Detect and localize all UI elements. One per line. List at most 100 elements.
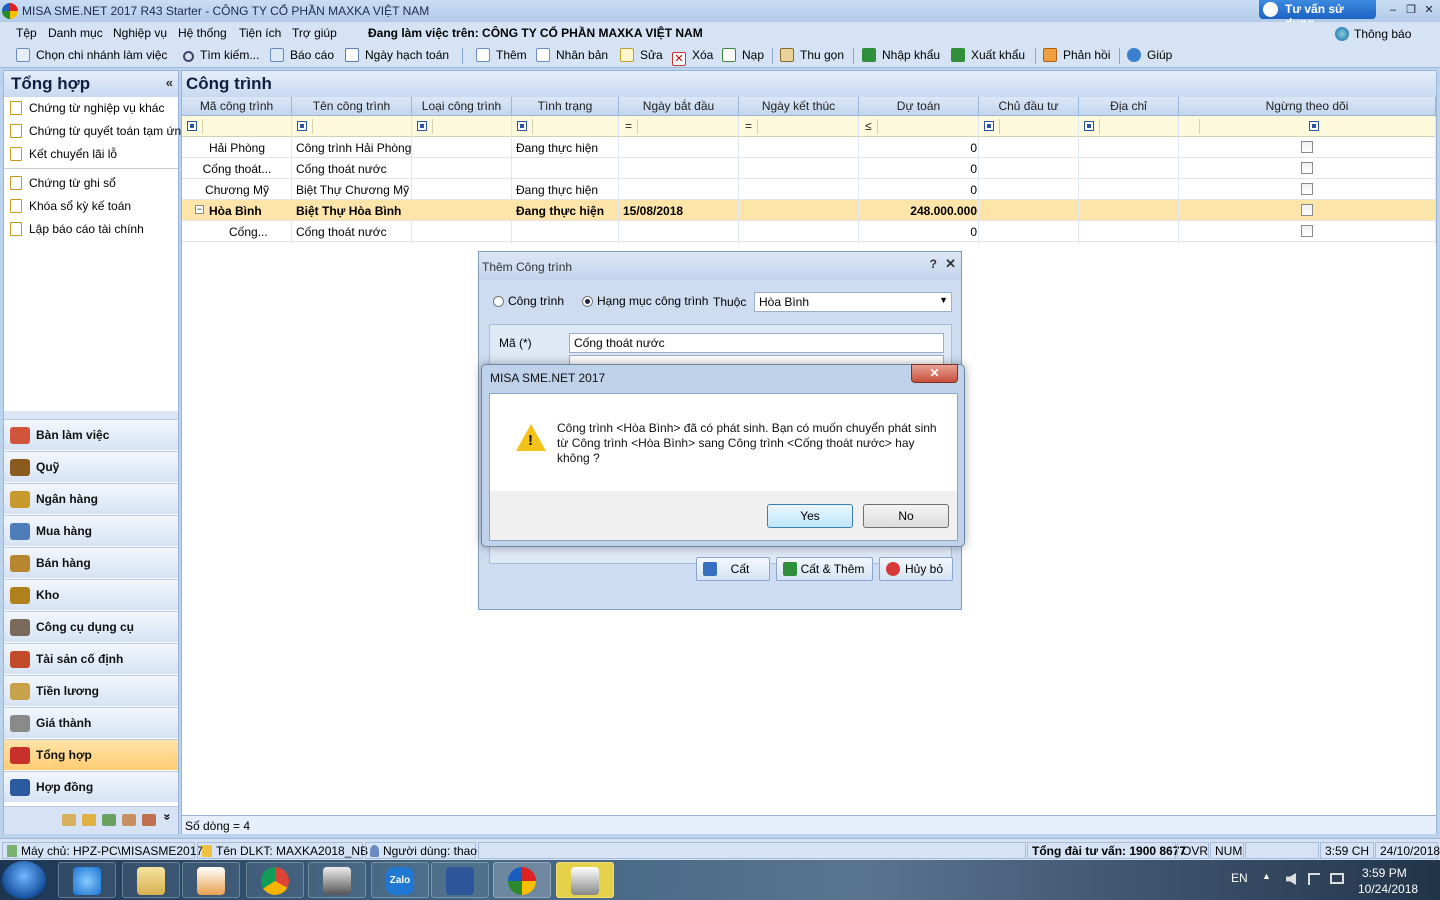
taskbar-media[interactable]: [182, 862, 240, 898]
filter-condition-button[interactable]: [297, 121, 307, 131]
xoa-button[interactable]: ✕ Xóa: [672, 48, 713, 66]
column-header-7[interactable]: Chủ đầu tư: [979, 97, 1079, 116]
table-row[interactable]: Cống... Cống thoát nước 0: [182, 221, 1436, 242]
nav-module-5[interactable]: Kho: [4, 579, 178, 610]
module-mini-icon[interactable]: [62, 814, 76, 826]
menu-tro-giup[interactable]: Trợ giúp: [292, 26, 337, 40]
column-header-3[interactable]: Tình trạng: [512, 97, 619, 116]
left-item-ket-chuyen-lai-lo[interactable]: Kết chuyển lãi lỗ: [10, 147, 117, 161]
column-header-0[interactable]: Mã công trình: [182, 97, 292, 116]
table-row[interactable]: − Hòa Bình Biệt Thự Hòa Bình Đang thực hiện…: [182, 200, 1436, 221]
close-dialog-button[interactable]: ✕: [945, 256, 956, 272]
nav-module-0[interactable]: Bàn làm việc: [4, 419, 178, 450]
taskbar-app2[interactable]: [556, 862, 614, 898]
phan-hoi-button[interactable]: Phản hồi: [1043, 48, 1110, 62]
nav-module-2[interactable]: Ngân hàng: [4, 483, 178, 514]
nhap-khau-button[interactable]: Nhập khẩu: [862, 48, 940, 62]
radio-hang-muc[interactable]: [582, 296, 593, 307]
chon-chi-nhanh-button[interactable]: Chọn chi nhánh làm việc: [16, 48, 167, 62]
windows-start-button[interactable]: [2, 861, 46, 899]
filter-input[interactable]: [877, 119, 977, 134]
network-icon[interactable]: [1330, 873, 1344, 884]
nav-module-9[interactable]: Giá thành: [4, 707, 178, 738]
module-mini-icon[interactable]: [142, 814, 156, 826]
module-mini-icon[interactable]: [122, 814, 136, 826]
menu-tien-ich[interactable]: Tiện ích: [239, 26, 281, 40]
column-header-6[interactable]: Dự toán: [859, 97, 979, 116]
panel-splitter[interactable]: [4, 411, 178, 419]
huy-bo-button[interactable]: Hủy bỏ: [879, 557, 953, 581]
ngay-hach-toan-button[interactable]: Ngày hạch toán: [345, 48, 449, 62]
column-header-8[interactable]: Địa chỉ: [1079, 97, 1179, 116]
clock-date[interactable]: 10/24/2018: [1358, 882, 1418, 896]
minimize-button[interactable]: –: [1384, 2, 1402, 18]
tim-kiem-button[interactable]: Tìm kiếm...: [183, 48, 259, 62]
them-button[interactable]: Thêm: [476, 48, 527, 62]
filter-operator[interactable]: =: [745, 119, 752, 133]
ngung-theo-doi-checkbox[interactable]: [1301, 141, 1313, 153]
filter-condition-button[interactable]: [417, 121, 427, 131]
menu-he-thong[interactable]: Hệ thống: [178, 26, 227, 40]
left-item-chung-tu-nghiep-vu-khac[interactable]: Chứng từ nghiệp vụ khác: [10, 101, 164, 115]
column-header-2[interactable]: Loại công trình: [412, 97, 512, 116]
taskbar-ie[interactable]: [58, 862, 116, 898]
cat-button[interactable]: Cất: [696, 557, 770, 581]
nav-module-6[interactable]: Công cụ dụng cụ: [4, 611, 178, 642]
filter-operator[interactable]: =: [625, 119, 632, 133]
clock-time[interactable]: 3:59 PM: [1362, 866, 1407, 880]
radio-cong-trinh[interactable]: [493, 296, 504, 307]
column-header-5[interactable]: Ngày kết thúc: [739, 97, 859, 116]
column-header-1[interactable]: Tên công trình: [292, 97, 412, 116]
thuoc-select[interactable]: Hòa Bình ▼: [754, 292, 952, 312]
table-row[interactable]: Cống thoát... Cống thoát nước 0: [182, 158, 1436, 179]
ngung-theo-doi-checkbox[interactable]: [1301, 225, 1313, 237]
left-item-lap-bao-cao[interactable]: Lập báo cáo tài chính: [10, 222, 144, 236]
no-button[interactable]: No: [863, 504, 949, 528]
taskbar-zalo[interactable]: Zalo: [371, 862, 429, 898]
menu-danh-muc[interactable]: Danh mục: [48, 26, 103, 40]
restore-button[interactable]: ❐: [1402, 2, 1420, 18]
left-item-chung-tu-ghi-so[interactable]: Chứng từ ghi sổ: [10, 176, 116, 190]
filter-condition-button[interactable]: [187, 121, 197, 131]
nav-module-11[interactable]: Hợp đồng: [4, 771, 178, 802]
table-row[interactable]: Chương Mỹ Biệt Thự Chương Mỹ Đang thực hiệ…: [182, 179, 1436, 200]
nav-module-10[interactable]: Tổng hợp: [4, 739, 178, 770]
filter-operator[interactable]: ≤: [865, 119, 872, 133]
module-mini-icon[interactable]: [102, 814, 116, 826]
messagebox-close-button[interactable]: ✕: [911, 364, 958, 383]
filter-condition-button[interactable]: [1309, 121, 1319, 131]
taskbar-misa[interactable]: [493, 862, 551, 898]
ma-input[interactable]: Cống thoát nước: [569, 333, 944, 353]
nhan-ban-button[interactable]: Nhân bản: [536, 48, 608, 62]
bao-cao-button[interactable]: Báo cáo: [270, 48, 334, 62]
nav-module-7[interactable]: Tài sản cố định: [4, 643, 178, 674]
close-window-button[interactable]: ✕: [1420, 2, 1438, 18]
thu-gon-button[interactable]: Thu gọn: [780, 48, 844, 62]
filter-condition-button[interactable]: [1084, 121, 1094, 131]
tu-van-su-dung-button[interactable]: Tư vấn sử dụng: [1259, 0, 1376, 30]
collapse-panel-button[interactable]: «: [166, 75, 173, 90]
cat-them-button[interactable]: Cất & Thêm: [776, 557, 873, 581]
filter-condition-button[interactable]: [984, 121, 994, 131]
xuat-khau-button[interactable]: Xuất khẩu: [951, 48, 1025, 62]
menu-nghiep-vu[interactable]: Nghiệp vụ: [113, 26, 167, 40]
flag-icon[interactable]: [1308, 873, 1320, 885]
filter-condition-button[interactable]: [517, 121, 527, 131]
language-indicator[interactable]: EN: [1231, 871, 1248, 885]
ngung-theo-doi-checkbox[interactable]: [1301, 204, 1313, 216]
ngung-theo-doi-checkbox[interactable]: [1301, 162, 1313, 174]
table-row[interactable]: Hải Phòng Công trình Hải Phòng Đang thực h…: [182, 137, 1436, 158]
more-modules-button[interactable]: »: [160, 814, 174, 821]
sua-button[interactable]: Sửa: [620, 48, 663, 62]
nav-module-3[interactable]: Mua hàng: [4, 515, 178, 546]
help-button[interactable]: ?: [930, 257, 937, 271]
ngung-theo-doi-checkbox[interactable]: [1301, 183, 1313, 195]
nav-module-8[interactable]: Tiền lương: [4, 675, 178, 706]
left-item-khoa-so[interactable]: Khóa sổ kỳ kế toán: [10, 199, 131, 213]
tray-arrow-icon[interactable]: ▲: [1262, 871, 1271, 881]
nav-module-1[interactable]: Quỹ: [4, 451, 178, 482]
taskbar-explorer[interactable]: [122, 862, 180, 898]
thong-bao-button[interactable]: Thông báo: [1335, 27, 1411, 41]
filter-input[interactable]: [757, 119, 857, 134]
giup-button[interactable]: Giúp: [1127, 48, 1172, 62]
